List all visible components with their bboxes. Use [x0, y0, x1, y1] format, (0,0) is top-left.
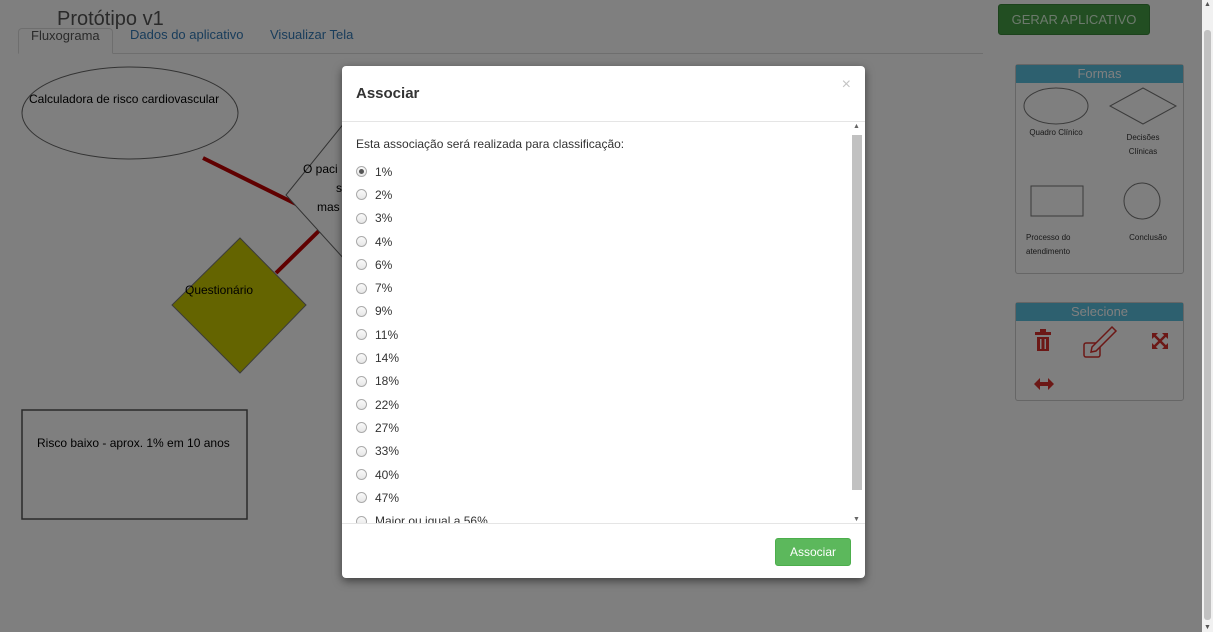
page-scrollbar-thumb[interactable]	[1204, 30, 1211, 620]
close-icon[interactable]: ×	[842, 76, 851, 94]
radio-option-label: 22%	[375, 397, 400, 412]
modal-title: Associar	[356, 85, 420, 102]
radio-option-label: 47%	[375, 490, 400, 505]
radio-button[interactable]	[356, 305, 367, 317]
radio-button[interactable]	[356, 236, 367, 248]
radio-option-label: 27%	[375, 420, 400, 435]
radio-option[interactable]: 11%	[356, 323, 488, 346]
radio-option-label: 40%	[375, 467, 400, 482]
radio-option-label: 18%	[375, 374, 400, 389]
radio-button[interactable]	[356, 166, 367, 178]
radio-option-label: 33%	[375, 444, 400, 459]
radio-option-label: 7%	[375, 281, 393, 296]
radio-button[interactable]	[356, 189, 367, 201]
radio-option[interactable]: 27%	[356, 416, 488, 439]
associar-modal: Associar × Esta associação será realizad…	[342, 66, 865, 578]
radio-button[interactable]	[356, 352, 367, 364]
page-scrollbar[interactable]: ▲ ▼	[1202, 0, 1213, 632]
radio-button[interactable]	[356, 515, 367, 523]
classification-options: 1% 2% 3% 4% 6% 7% 9% 11% 14% 18% 22% 27% 33% 40% 47% Ma…	[356, 160, 488, 523]
radio-option-label: 14%	[375, 351, 400, 366]
radio-option[interactable]: Maior ou igual a 56%	[356, 509, 488, 523]
radio-option[interactable]: 22%	[356, 393, 488, 416]
radio-option[interactable]: 47%	[356, 486, 488, 509]
classification-question: Esta associação será realizada para clas…	[356, 137, 625, 151]
radio-button[interactable]	[356, 445, 367, 457]
modal-scrollbar[interactable]: ▲ ▼	[851, 123, 862, 523]
modal-scroll-up-icon[interactable]: ▲	[853, 123, 860, 130]
radio-option-label: Maior ou igual a 56%	[375, 514, 488, 523]
radio-option-label: 3%	[375, 211, 393, 226]
modal-footer: Associar	[342, 523, 865, 578]
radio-option-label: 11%	[375, 327, 399, 342]
radio-option[interactable]: 18%	[356, 370, 488, 393]
radio-button[interactable]	[356, 469, 367, 480]
radio-button[interactable]	[356, 399, 367, 411]
associar-button[interactable]: Associar	[775, 538, 851, 566]
radio-option[interactable]: 3%	[356, 207, 488, 230]
radio-button[interactable]	[356, 375, 367, 387]
radio-option-label: 4%	[375, 234, 393, 249]
scroll-down-arrow-icon[interactable]: ▼	[1204, 624, 1211, 631]
radio-option[interactable]: 4%	[356, 230, 488, 253]
radio-option[interactable]: 40%	[356, 463, 488, 486]
radio-button[interactable]	[356, 492, 367, 504]
modal-scrollbar-thumb[interactable]	[852, 135, 862, 490]
radio-option[interactable]: 7%	[356, 276, 488, 299]
radio-option-label: 9%	[375, 304, 393, 319]
radio-button[interactable]	[356, 212, 367, 224]
radio-option-label: 2%	[375, 187, 393, 202]
radio-button[interactable]	[356, 282, 367, 294]
radio-option[interactable]: 6%	[356, 253, 488, 276]
radio-button[interactable]	[356, 329, 367, 341]
radio-option[interactable]: 14%	[356, 346, 488, 369]
radio-option[interactable]: 1%	[356, 160, 488, 183]
modal-body: Esta associação será realizada para clas…	[342, 123, 865, 523]
radio-button[interactable]	[356, 422, 367, 434]
scroll-up-arrow-icon[interactable]: ▲	[1204, 1, 1211, 8]
radio-option-label: 1%	[375, 164, 393, 179]
radio-button[interactable]	[356, 259, 367, 271]
radio-option[interactable]: 9%	[356, 300, 488, 323]
radio-option[interactable]: 33%	[356, 440, 488, 463]
radio-option[interactable]: 2%	[356, 183, 488, 206]
radio-option-label: 6%	[375, 257, 393, 272]
modal-scroll-down-icon[interactable]: ▼	[853, 516, 860, 523]
modal-header: Associar ×	[342, 66, 865, 122]
